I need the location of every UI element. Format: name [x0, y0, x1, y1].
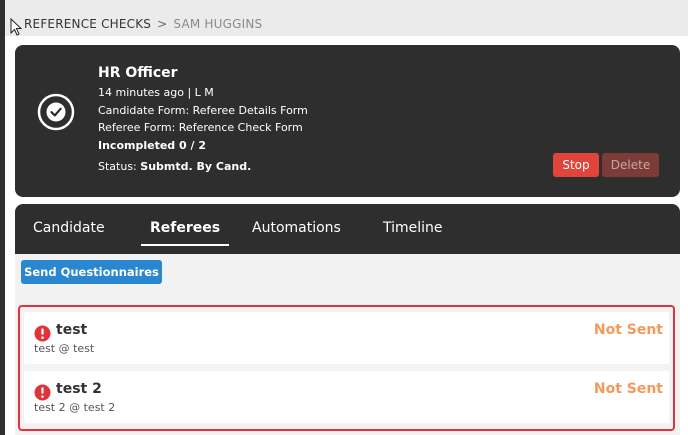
- tab-referees[interactable]: Referees: [140, 204, 230, 254]
- referee-row[interactable]: test test @ test Not Sent: [24, 312, 669, 364]
- referee-status: Not Sent: [593, 381, 663, 397]
- referee-name: test: [56, 322, 88, 338]
- exclamation-circle-icon: [34, 325, 51, 342]
- window-left-edge: [0, 0, 5, 435]
- check-circle-icon: [37, 93, 75, 131]
- referee-row[interactable]: test 2 test 2 @ test 2 Not Sent: [24, 371, 669, 423]
- referee-name: test 2: [56, 381, 102, 397]
- exclamation-circle-icon: [34, 384, 51, 401]
- referee-email: test @ test: [34, 342, 95, 355]
- breadcrumb-separator: >: [157, 17, 168, 31]
- breadcrumb-current: SAM HUGGINS: [173, 17, 263, 31]
- mouse-pointer-icon: [10, 18, 22, 36]
- reference-check-summary-card: HR Officer 14 minutes ago | L M Candidat…: [15, 45, 680, 197]
- stop-button[interactable]: Stop: [553, 153, 599, 177]
- incompleted-count: Incompleted 0 / 2: [98, 138, 206, 152]
- tab-bar: Candidate Referees Automations Timeline: [15, 204, 680, 254]
- summary-meta: 14 minutes ago | L M: [98, 86, 214, 99]
- job-title: HR Officer: [98, 65, 178, 81]
- tab-automations[interactable]: Automations: [252, 204, 341, 254]
- referee-email: test 2 @ test 2: [34, 401, 116, 414]
- referees-panel: Send Questionnaires test test @ test Not…: [15, 254, 680, 435]
- referee-status: Not Sent: [593, 322, 663, 338]
- status-label: Status:: [98, 160, 137, 173]
- candidate-form-line: Candidate Form: Referee Details Form: [98, 103, 308, 117]
- tab-candidate[interactable]: Candidate: [33, 204, 105, 254]
- summary-details: HR Officer 14 minutes ago | L M Candidat…: [98, 64, 308, 176]
- status-line: Status: Submtd. By Cand.: [98, 158, 308, 176]
- delete-button[interactable]: Delete: [602, 153, 659, 177]
- tab-timeline[interactable]: Timeline: [383, 204, 443, 254]
- send-questionnaires-button[interactable]: Send Questionnaires: [21, 260, 162, 284]
- referees-list: test test @ test Not Sent test 2 test 2 …: [18, 305, 675, 431]
- breadcrumb: REFERENCE CHECKS > SAM HUGGINS: [24, 16, 262, 32]
- breadcrumb-root-link[interactable]: REFERENCE CHECKS: [24, 17, 151, 31]
- referee-form-line: Referee Form: Reference Check Form: [98, 121, 303, 134]
- status-value: Submtd. By Cand.: [140, 160, 252, 173]
